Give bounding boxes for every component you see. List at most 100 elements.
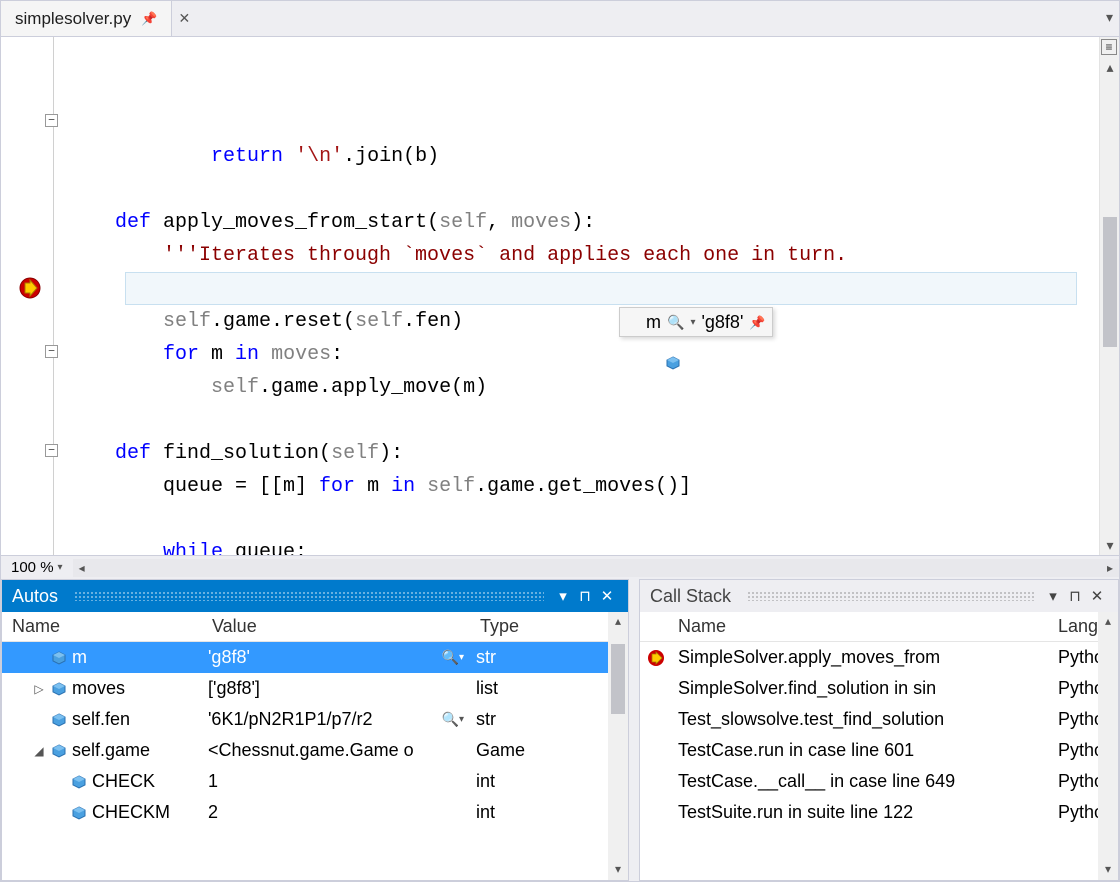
code-line[interactable]: def apply_moves_from_start(self, moves): bbox=[59, 206, 1119, 239]
autos-row[interactable]: m'g8f8'🔍▾str bbox=[2, 642, 628, 673]
col-value[interactable]: Value bbox=[202, 616, 470, 637]
scroll-up-icon[interactable]: ▴ bbox=[610, 614, 626, 630]
scroll-up-icon[interactable]: ▴ bbox=[1102, 59, 1118, 75]
code-line[interactable]: while queue: bbox=[59, 536, 1119, 555]
expander-icon[interactable]: ▷ bbox=[32, 682, 46, 696]
code-editor[interactable]: − − − return '\n'.join(b) def apply_move… bbox=[1, 37, 1119, 555]
autos-row[interactable]: ◢self.game<Chessnut.game.Game oGame bbox=[2, 735, 628, 766]
scroll-down-icon[interactable]: ▾ bbox=[610, 862, 626, 878]
code-content[interactable]: return '\n'.join(b) def apply_moves_from… bbox=[59, 37, 1119, 555]
frame-name: SimpleSolver.apply_moves_from bbox=[672, 647, 1052, 668]
editor-horizontal-scrollbar[interactable]: ◂ ▸ bbox=[73, 559, 1119, 577]
close-icon: ✕ bbox=[179, 10, 191, 27]
callstack-panel-header[interactable]: Call Stack ▾ ⊓ ✕ bbox=[640, 580, 1118, 612]
chevron-down-icon[interactable]: ▾ bbox=[459, 714, 464, 725]
editor-gutter: − − − bbox=[1, 37, 59, 555]
code-line[interactable] bbox=[59, 503, 1119, 536]
autos-row[interactable]: CHECK1int bbox=[2, 766, 628, 797]
magnifier-icon[interactable]: 🔍 bbox=[442, 711, 459, 728]
fold-toggle[interactable]: − bbox=[45, 114, 58, 127]
callstack-row[interactable]: TestCase.run in case line 601Pytho bbox=[640, 735, 1118, 766]
code-line[interactable]: '''Iterates through `moves` and applies … bbox=[59, 239, 1119, 272]
callstack-vertical-scrollbar[interactable]: ▴ ▾ bbox=[1098, 612, 1118, 880]
zoom-dropdown[interactable]: 100 % ▾ bbox=[1, 559, 73, 576]
panel-options-button[interactable]: ▾ bbox=[552, 587, 574, 605]
close-icon[interactable]: ✕ bbox=[1086, 587, 1108, 605]
magnifier-icon[interactable]: 🔍 bbox=[442, 649, 459, 666]
fold-toggle[interactable]: − bbox=[45, 444, 58, 457]
code-line[interactable]: def find_solution(self): bbox=[59, 437, 1119, 470]
col-name[interactable]: Name bbox=[2, 616, 202, 637]
tool-windows-row: Autos ▾ ⊓ ✕ Name Value Type m'g8f8'🔍▾str… bbox=[1, 579, 1119, 881]
magnifier-icon[interactable]: 🔍 bbox=[667, 306, 684, 339]
current-statement-icon bbox=[19, 277, 41, 299]
tab-simplesolver[interactable]: simplesolver.py 📌 bbox=[1, 1, 172, 36]
panel-options-button[interactable]: ▾ bbox=[1042, 587, 1064, 605]
zoom-value: 100 % bbox=[11, 559, 54, 576]
scroll-down-icon[interactable]: ▾ bbox=[1102, 537, 1118, 553]
pin-icon[interactable]: ⊓ bbox=[1064, 587, 1086, 605]
variable-icon bbox=[52, 744, 66, 758]
autos-column-headers: Name Value Type bbox=[2, 612, 628, 642]
debug-datatip[interactable]: m 🔍 ▾ 'g8f8' 📌 bbox=[619, 307, 773, 337]
current-line-highlight bbox=[125, 272, 1077, 305]
tab-close-button[interactable]: ✕ bbox=[172, 1, 196, 36]
chevron-down-icon[interactable]: ▾ bbox=[459, 652, 464, 663]
callstack-row[interactable]: TestCase.__call__ in case line 649Pytho bbox=[640, 766, 1118, 797]
panel-grip[interactable] bbox=[74, 591, 544, 601]
code-line[interactable] bbox=[59, 173, 1119, 206]
chevron-down-icon: ▾ bbox=[58, 562, 63, 573]
datatip-var: m bbox=[646, 306, 661, 339]
scroll-down-icon[interactable]: ▾ bbox=[1100, 862, 1116, 878]
frame-name: SimpleSolver.find_solution in sin bbox=[672, 678, 1052, 699]
code-line[interactable]: queue = [[m] for m in self.game.get_move… bbox=[59, 470, 1119, 503]
tab-overflow-button[interactable]: ▾ bbox=[1106, 9, 1113, 26]
scroll-left-icon[interactable]: ◂ bbox=[73, 561, 91, 575]
callstack-row[interactable]: TestSuite.run in suite line 122Pytho bbox=[640, 797, 1118, 828]
chevron-down-icon[interactable]: ▾ bbox=[690, 306, 695, 339]
frame-name: Test_slowsolve.test_find_solution bbox=[672, 709, 1052, 730]
var-name: CHECK bbox=[92, 771, 155, 792]
var-type: int bbox=[470, 802, 628, 823]
scrollbar-thumb[interactable] bbox=[1103, 217, 1117, 347]
autos-row[interactable]: CHECKM2int bbox=[2, 797, 628, 828]
scroll-up-icon[interactable]: ▴ bbox=[1100, 614, 1116, 630]
var-type: Game bbox=[470, 740, 628, 761]
variable-icon bbox=[52, 682, 66, 696]
var-name: m bbox=[72, 647, 87, 668]
code-line[interactable]: self.game.apply_move(m) bbox=[59, 371, 1119, 404]
code-line[interactable]: return '\n'.join(b) bbox=[59, 140, 1119, 173]
callstack-row[interactable]: SimpleSolver.find_solution in sinPytho bbox=[640, 673, 1118, 704]
var-name: self.fen bbox=[72, 709, 130, 730]
close-icon[interactable]: ✕ bbox=[596, 587, 618, 605]
var-name: moves bbox=[72, 678, 125, 699]
panel-title: Autos bbox=[12, 586, 58, 607]
var-value: '6K1/pN2R1P1/p7/r2 bbox=[208, 709, 373, 730]
var-type: int bbox=[470, 771, 628, 792]
autos-vertical-scrollbar[interactable]: ▴ ▾ bbox=[608, 612, 628, 880]
pin-icon[interactable]: ⊓ bbox=[574, 587, 596, 605]
autos-row[interactable]: ▷moves['g8f8']list bbox=[2, 673, 628, 704]
code-line[interactable]: self.game.reset(self.fen) bbox=[59, 305, 1119, 338]
var-value: 'g8f8' bbox=[208, 647, 250, 668]
autos-panel-header[interactable]: Autos ▾ ⊓ ✕ bbox=[2, 580, 628, 612]
fold-toggle[interactable]: − bbox=[45, 345, 58, 358]
split-view-button[interactable]: ≡ bbox=[1101, 39, 1117, 55]
autos-row[interactable]: self.fen'6K1/pN2R1P1/p7/r2🔍▾str bbox=[2, 704, 628, 735]
var-type: list bbox=[470, 678, 628, 699]
pin-icon[interactable]: 📌 bbox=[749, 306, 765, 339]
variable-icon bbox=[72, 775, 86, 789]
document-tab-strip: simplesolver.py 📌 ✕ ▾ bbox=[1, 1, 1119, 37]
callstack-row[interactable]: SimpleSolver.apply_moves_fromPytho bbox=[640, 642, 1118, 673]
editor-vertical-scrollbar[interactable]: ≡ ▴ ▾ bbox=[1099, 37, 1119, 555]
scrollbar-thumb[interactable] bbox=[611, 644, 625, 714]
code-line[interactable] bbox=[59, 404, 1119, 437]
code-line[interactable]: for m in moves: bbox=[59, 338, 1119, 371]
col-type[interactable]: Type bbox=[470, 616, 628, 637]
pin-icon[interactable]: 📌 bbox=[141, 11, 157, 27]
col-name[interactable]: Name bbox=[672, 616, 1052, 637]
panel-grip[interactable] bbox=[747, 591, 1034, 601]
scroll-right-icon[interactable]: ▸ bbox=[1101, 561, 1119, 575]
callstack-row[interactable]: Test_slowsolve.test_find_solutionPytho bbox=[640, 704, 1118, 735]
expander-icon[interactable]: ◢ bbox=[32, 744, 46, 758]
